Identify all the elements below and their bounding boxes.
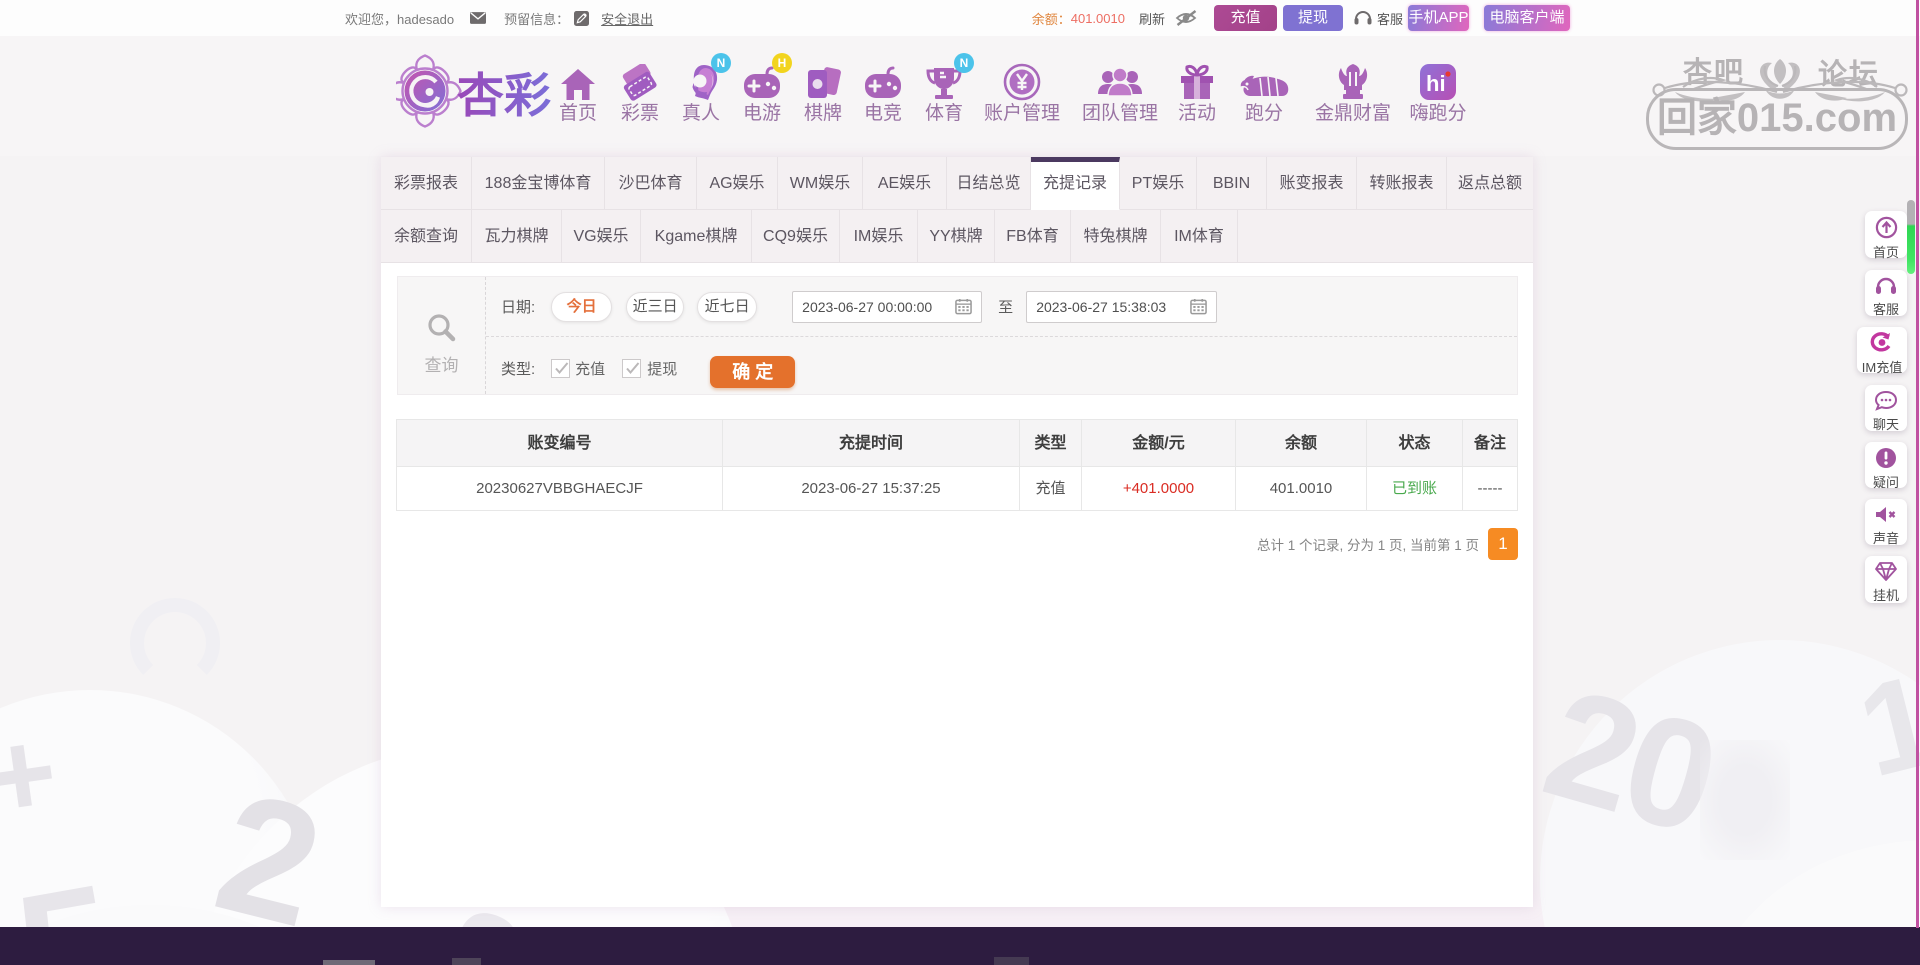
svg-text:hi: hi (1426, 71, 1446, 96)
